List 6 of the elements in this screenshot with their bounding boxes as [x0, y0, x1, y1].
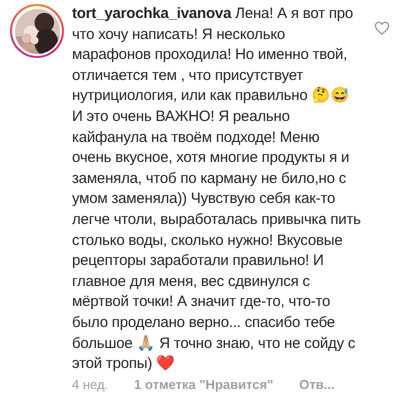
like-icon[interactable] [374, 20, 390, 36]
comment-time: 4 нед. [72, 376, 108, 392]
comment-text: tort_yarochka_ivanova Лена! А я вот про что хочу написать! Я несколько марафонов проходила! Но именно твой, отличается тем , что присутствует нутрициология, или как правильно 🤔😅 И это очень ВАЖНО! Я реально кайфанула на твоём подходе! Меню очень вкусное, хотя многие продукты я и заменяла, чтоб по карману не било,но с умом заменяла)) Чувствую себя как-то легче чтоли, выработалась привычка пить столько воды, сколько нужно! Вкусовые рецепторы заработали правильно! И главное для меня, вес сдвинулся с мёртвой точки! А значит где-то, что-то было проделано верно... спасибо тебе большое 🙏🏼 Я точно знаю, что не сойду с этой тропы) ❤ [72, 4, 362, 374]
reply-link[interactable]: Отв... [299, 376, 335, 392]
story-ring[interactable] [10, 4, 64, 58]
likes-count[interactable]: 1 отметка "Нравится" [134, 376, 274, 392]
